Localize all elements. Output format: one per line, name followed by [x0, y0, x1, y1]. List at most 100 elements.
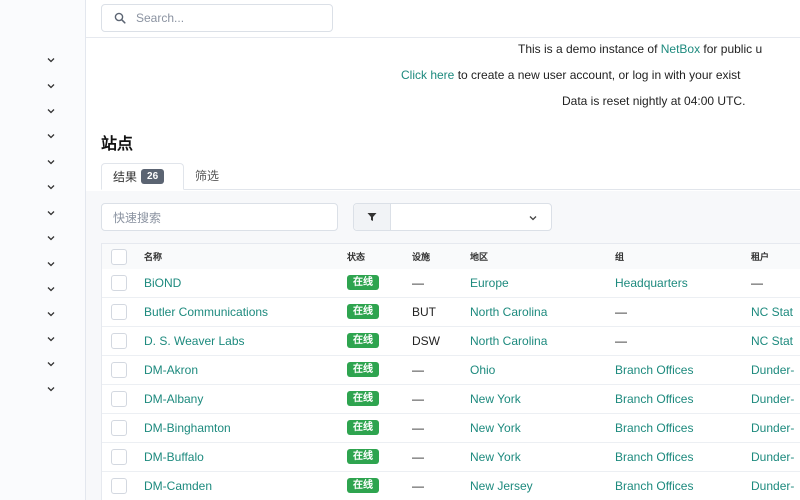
chevron-down-icon[interactable]: [46, 233, 56, 243]
chevron-down-icon[interactable]: [46, 359, 56, 369]
tenant-link[interactable]: Dunder-: [751, 356, 794, 385]
region-link[interactable]: New York: [470, 385, 521, 414]
table-row: BiOND 在线 — Europe Headquarters —: [102, 269, 800, 298]
region-link[interactable]: North Carolina: [470, 298, 547, 327]
group-link[interactable]: Branch Offices: [615, 443, 693, 472]
chevron-down-icon[interactable]: [46, 208, 56, 218]
table-row: DM-Albany 在线 — New York Branch Offices D…: [102, 385, 800, 414]
tenant-link[interactable]: NC Stat: [751, 327, 793, 356]
tenant-link[interactable]: Dunder-: [751, 414, 794, 443]
facility-cell: —: [412, 392, 424, 406]
row-checkbox[interactable]: [111, 362, 127, 378]
facility-cell: —: [412, 421, 424, 435]
tab-results[interactable]: 结果 26: [101, 163, 184, 190]
tenant-link[interactable]: Dunder-: [751, 385, 794, 414]
page-title: 站点: [101, 136, 134, 153]
column-header-region[interactable]: 地区: [470, 244, 488, 270]
filter-icon: [367, 213, 377, 221]
region-link[interactable]: Ohio: [470, 356, 495, 385]
quick-search-input[interactable]: [113, 209, 328, 227]
chevron-down-icon[interactable]: [528, 213, 538, 223]
facility-cell: BUT: [412, 305, 436, 319]
tab-bar: 结果 26 筛选: [101, 163, 800, 190]
row-checkbox[interactable]: [111, 449, 127, 465]
row-checkbox[interactable]: [111, 333, 127, 349]
table-row: Butler Communications 在线 BUT North Carol…: [102, 298, 800, 327]
chevron-down-icon[interactable]: [46, 106, 56, 116]
banner-text: to create a new user account, or log in …: [454, 68, 741, 82]
quick-search[interactable]: [101, 203, 338, 231]
tenant-link[interactable]: Dunder-: [751, 472, 794, 500]
group-cell: —: [615, 305, 627, 319]
site-name-link[interactable]: DM-Binghamton: [144, 414, 231, 443]
demo-banner-line: This is a demo instance of NetBox for pu…: [518, 42, 762, 56]
row-checkbox[interactable]: [111, 478, 127, 494]
tenant-cell: —: [751, 276, 763, 290]
group-link[interactable]: Branch Offices: [615, 356, 693, 385]
row-checkbox[interactable]: [111, 391, 127, 407]
site-name-link[interactable]: D. S. Weaver Labs: [144, 327, 245, 356]
tenant-link[interactable]: NC Stat: [751, 298, 793, 327]
table-row: DM-Akron 在线 — Ohio Branch Offices Dunder…: [102, 356, 800, 385]
status-cell: 在线: [347, 327, 379, 356]
status-badge: 在线: [347, 420, 379, 436]
tab-filters[interactable]: 筛选: [195, 163, 219, 190]
status-badge: 在线: [347, 304, 379, 320]
region-link[interactable]: New York: [470, 443, 521, 472]
table-row: DM-Camden 在线 — New Jersey Branch Offices…: [102, 472, 800, 500]
search-input[interactable]: [136, 9, 326, 27]
column-header-status[interactable]: 状态: [347, 244, 365, 270]
site-name-link[interactable]: DM-Albany: [144, 385, 203, 414]
facility-cell: —: [412, 450, 424, 464]
table-row: D. S. Weaver Labs 在线 DSW North Carolina …: [102, 327, 800, 356]
netbox-link[interactable]: NetBox: [661, 42, 700, 56]
chevron-down-icon[interactable]: [46, 334, 56, 344]
site-name-link[interactable]: DM-Buffalo: [144, 443, 204, 472]
site-name-link[interactable]: BiOND: [144, 269, 181, 298]
region-link[interactable]: New Jersey: [470, 472, 533, 500]
tenant-link[interactable]: Dunder-: [751, 443, 794, 472]
region-link[interactable]: New York: [470, 414, 521, 443]
table-header: 名称 状态 设施 地区 组 租户: [102, 244, 800, 270]
table-row: DM-Buffalo 在线 — New York Branch Offices …: [102, 443, 800, 472]
column-header-name[interactable]: 名称: [144, 244, 162, 270]
sites-table: 名称 状态 设施 地区 组 租户 BiOND 在线 — Europe Headq…: [101, 243, 800, 500]
status-cell: 在线: [347, 472, 379, 500]
row-checkbox[interactable]: [111, 304, 127, 320]
status-badge: 在线: [347, 275, 379, 291]
chevron-down-icon[interactable]: [46, 309, 56, 319]
status-cell: 在线: [347, 443, 379, 472]
group-link[interactable]: Branch Offices: [615, 385, 693, 414]
chevron-down-icon[interactable]: [46, 81, 56, 91]
row-checkbox[interactable]: [111, 275, 127, 291]
region-link[interactable]: Europe: [470, 269, 509, 298]
group-link[interactable]: Branch Offices: [615, 472, 693, 500]
filter-button[interactable]: [354, 204, 391, 230]
site-name-link[interactable]: DM-Akron: [144, 356, 198, 385]
chevron-down-icon[interactable]: [46, 384, 56, 394]
column-header-group[interactable]: 组: [615, 244, 624, 270]
chevron-down-icon[interactable]: [46, 157, 56, 167]
chevron-down-icon[interactable]: [46, 182, 56, 192]
column-header-tenant[interactable]: 租户: [751, 244, 769, 270]
select-all-checkbox[interactable]: [111, 249, 127, 265]
chevron-down-icon[interactable]: [46, 284, 56, 294]
region-link[interactable]: North Carolina: [470, 327, 547, 356]
site-name-link[interactable]: DM-Camden: [144, 472, 212, 500]
banner-text: This is a demo instance of: [518, 42, 661, 56]
row-checkbox[interactable]: [111, 420, 127, 436]
filter-select[interactable]: [353, 203, 552, 231]
results-count-badge: 26: [141, 169, 165, 185]
group-link[interactable]: Headquarters: [615, 269, 688, 298]
status-badge: 在线: [347, 478, 379, 494]
global-search[interactable]: [101, 4, 333, 32]
click-here-link[interactable]: Click here: [401, 68, 454, 82]
sidebar: [0, 0, 86, 500]
chevron-down-icon[interactable]: [46, 55, 56, 65]
site-name-link[interactable]: Butler Communications: [144, 298, 268, 327]
chevron-down-icon[interactable]: [46, 259, 56, 269]
column-header-facility[interactable]: 设施: [412, 244, 430, 270]
group-link[interactable]: Branch Offices: [615, 414, 693, 443]
chevron-down-icon[interactable]: [46, 131, 56, 141]
main-content: This is a demo instance of NetBox for pu…: [86, 0, 800, 500]
